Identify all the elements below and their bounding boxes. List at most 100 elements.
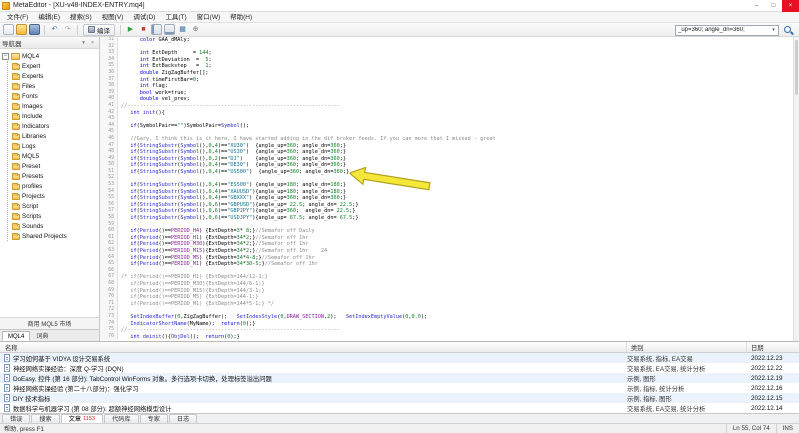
code-line[interactable]: 68 if(Period()==PERIOD_M30){ExtDepth=144… [100,281,793,288]
tab-errors[interactable]: 错误 [2,414,30,423]
code-line[interactable]: 40 double vel_prev; [100,96,793,103]
code-line[interactable]: 62 if(Period()==PERIOD_M30){ExtDepth=34*… [100,241,793,248]
editor-scrollbar[interactable] [793,37,799,341]
code-line[interactable]: 61 if(Period()==PERIOD_H1) {ExtDepth=34*… [100,235,793,242]
code-line[interactable]: 38 int flag; [100,83,793,90]
code-line[interactable]: 54 if(StringSubstr(Symbol(),0,4)=="XAUUS… [100,189,793,196]
tab-code-base[interactable]: 代码库 [104,414,139,423]
navigator-toggle-icon[interactable] [151,24,162,35]
tab-journal[interactable]: 日志 [169,414,197,423]
menu-view[interactable]: 视图(V) [97,12,129,23]
debug-stop-icon[interactable]: ■ [138,24,149,35]
code-line[interactable]: 33 int ExtDepth = 144; [100,50,793,57]
navigator-close-icon[interactable]: × [88,40,97,46]
tree-item-expert[interactable]: Expert [12,61,99,71]
search-icon[interactable] [782,25,793,36]
tree-item-files[interactable]: Files [12,81,99,91]
menu-debug[interactable]: 调试(D) [128,12,160,23]
tree-item-fonts[interactable]: Fonts [12,91,99,101]
column-header-date[interactable]: 日期 [747,342,799,352]
code-line[interactable]: 46 //Gary, I think this is it here, I ha… [100,136,793,143]
navigator-tab-词典[interactable]: 词典 [30,331,54,341]
menu-edit[interactable]: 编辑(E) [33,12,65,23]
code-line[interactable]: 58 if(StringSubstr(Symbol(),0,6)=="USDJP… [100,215,793,222]
collapse-icon[interactable]: − [2,53,9,60]
code-line[interactable]: 72 [100,307,793,314]
search-dropdown-icon[interactable]: ▾ [769,25,778,36]
code-line[interactable]: 53 if(StringSubstr(Symbol(),0,4)=="ES500… [100,182,793,189]
code-line[interactable]: 69 if(Period()==PERIOD_M15){ExtDepth=144… [100,288,793,295]
code-area[interactable]: 31 color GAA_dMAly;3233 int ExtDepth = 1… [100,37,793,341]
maximize-button[interactable]: □ [765,0,782,12]
tree-item-experts[interactable]: Experts [12,71,99,81]
code-line[interactable]: 45 [100,129,793,136]
toolbox-toggle-icon[interactable] [164,24,175,35]
menu-tools[interactable]: 工具(T) [160,12,191,23]
minimize-button[interactable]: – [748,0,765,12]
tab-search[interactable]: 搜索 [31,414,59,423]
tree-item-mql5[interactable]: MQL5 [12,151,99,161]
options-icon[interactable]: ⊕ [190,24,201,35]
menu-window[interactable]: 窗口(W) [192,12,225,23]
menu-search[interactable]: 搜索(S) [65,12,97,23]
code-line[interactable]: 31 color GAA_dMAly; [100,37,793,44]
article-row[interactable]: 学习如何基于 VIDYA 设计交易系统交易系统, 指标, EA交易2022.12… [0,353,799,363]
article-row[interactable]: DIY 技术指标示例, 指标, 图形2022.12.15 [0,393,799,403]
code-line[interactable]: 34 int ExtDeviation = 5; [100,57,793,64]
tree-item-profiles[interactable]: profiles [12,181,99,191]
save-file-icon[interactable] [29,24,40,35]
code-line[interactable]: 48 if(StringSubstr(Symbol(),0,4)=="US30"… [100,149,793,156]
code-line[interactable]: 59 [100,222,793,229]
column-header-name[interactable]: 名称 [0,342,627,352]
open-file-icon[interactable] [16,24,27,35]
code-line[interactable]: 51 if(StringSubstr(Symbol(),0,4)=="US500… [100,169,793,176]
debug-start-icon[interactable]: ▶ [125,24,136,35]
tree-item-indicators[interactable]: Indicators [12,121,99,131]
tree-item-logs[interactable]: Logs [12,141,99,151]
code-line[interactable]: 60 if(Period()==PERIOD_H4) {ExtDepth=3* … [100,228,793,235]
code-line[interactable]: 37 int timeFirstBar=0; [100,77,793,84]
code-line[interactable]: 42 int init(){ [100,110,793,117]
code-line[interactable]: 35 int ExtBackstep = 1; [100,63,793,70]
code-line[interactable]: 55 if(StringSubstr(Symbol(),0,4)=="GBXXX… [100,195,793,202]
open-metatrader-icon[interactable]: ▦ [177,24,188,35]
code-line[interactable]: 63 if(Period()==PERIOD_M15){ExtDepth=34*… [100,248,793,255]
column-header-category[interactable]: 类别 [627,342,747,352]
code-line[interactable]: 41//------------------------------------… [100,103,793,110]
tree-root[interactable]: −MQL4 [2,51,99,61]
code-line[interactable]: 39 bool work=true; [100,90,793,97]
code-line[interactable]: 50 if(StringSubstr(Symbol(),0,4)=="DE30"… [100,162,793,169]
code-line[interactable]: 44 if(SymbolPair=="")SymbolPair=Symbol()… [100,123,793,130]
code-line[interactable]: 47 if(StringSubstr(Symbol(),0,4)=="XU30"… [100,143,793,150]
article-row[interactable]: 神经网络实操经验：深度 Q-学习 (DQN)交易系统, EA交易, 统计分析20… [0,363,799,373]
new-file-icon[interactable] [3,24,14,35]
market-button[interactable]: 商用 MQL5 市场 [0,317,99,329]
code-line[interactable]: 70 if(Period()==PERIOD_M5) {ExtDepth=144… [100,294,793,301]
scrollbar-thumb[interactable] [795,40,798,95]
code-line[interactable]: 57 if(StringSubstr(Symbol(),0,6)=="GBPJP… [100,208,793,215]
undo-icon[interactable]: ↶ [49,24,60,35]
close-button[interactable]: × [782,0,799,12]
code-line[interactable]: 73 SetIndexBuffer(0,ZigZagBuffer); SetIn… [100,314,793,321]
tab-experts[interactable]: 专家 [140,414,168,423]
code-line[interactable]: 75//------------------------------------… [100,327,793,334]
code-line[interactable]: 67/* if(Period()==PERIOD_H1) {ExtDepth=1… [100,274,793,281]
redo-icon[interactable]: ↷ [62,24,73,35]
code-line[interactable]: 43 [100,116,793,123]
code-line[interactable]: 52 [100,175,793,182]
tree-item-projects[interactable]: Projects [12,191,99,201]
navigator-tab-MQL4[interactable]: MQL4 [2,331,30,341]
compile-button[interactable]: 编译 [83,24,115,36]
code-line[interactable]: 71 if(Period()==PERIOD_M1) {ExtDepth=144… [100,301,793,308]
article-row[interactable]: 神经网络实操经验 (第二十八部分)：强化学习示例, 指标, 统计分析2022.1… [0,383,799,393]
tree-item-include[interactable]: Include [12,111,99,121]
tree-item-libraries[interactable]: Libraries [12,131,99,141]
navigator-pin-icon[interactable]: ▾ [79,40,88,46]
menu-file[interactable]: 文件(F) [2,12,33,23]
code-line[interactable]: 64 if(Period()==PERIOD_M5) {ExtDepth=34*… [100,255,793,262]
tree-item-shared-projects[interactable]: Shared Projects [12,231,99,241]
search-input[interactable] [675,25,779,36]
code-line[interactable]: 74 IndicatorShortName(MyName); return(0)… [100,321,793,328]
tab-articles[interactable]: 文章1153 [61,414,103,423]
article-row[interactable]: DoEasy. 控件 (第 16 部分): TabControl WinForm… [0,373,799,383]
